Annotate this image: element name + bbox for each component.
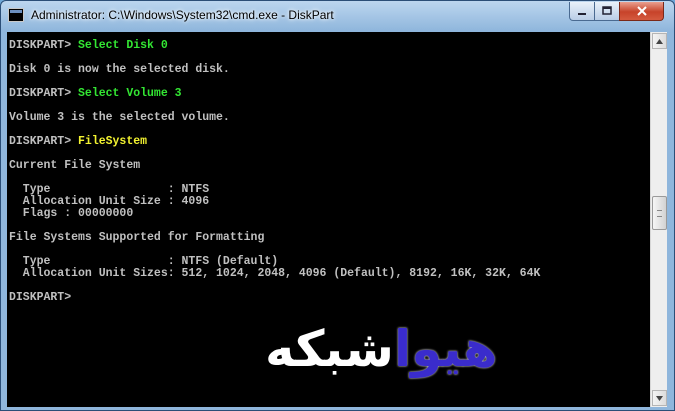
watermark-white-text: شبکه — [265, 320, 394, 378]
cmd-window: Administrator: C:\Windows\System32\cmd.e… — [0, 0, 675, 411]
diskpart-prompt: DISKPART> — [9, 291, 79, 304]
diskpart-command: FileSystem — [78, 135, 148, 148]
console-line: DISKPART> Select Volume 3 — [9, 88, 540, 100]
console-output[interactable]: DISKPART> Select Disk 0 Disk 0 is now the… — [7, 32, 650, 407]
maximize-button[interactable] — [594, 2, 620, 21]
console-line: Volume 3 is the selected volume. — [9, 111, 230, 124]
console-lines: DISKPART> Select Disk 0 Disk 0 is now the… — [9, 40, 540, 304]
vertical-scrollbar[interactable] — [650, 32, 667, 407]
console-line: DISKPART> FileSystem — [9, 136, 540, 148]
minimize-icon — [578, 13, 586, 15]
console-line: DISKPART> — [9, 292, 540, 304]
diskpart-prompt: DISKPART> — [9, 135, 79, 148]
console-line: Current File System — [9, 159, 141, 172]
maximize-icon — [602, 6, 612, 15]
diskpart-prompt: DISKPART> — [9, 87, 79, 100]
window-title: Administrator: C:\Windows\System32\cmd.e… — [31, 8, 334, 22]
console-line: Allocation Unit Sizes: 512, 1024, 2048, … — [9, 267, 541, 280]
close-icon — [636, 6, 647, 16]
close-button[interactable] — [619, 2, 664, 21]
down-arrow-icon — [656, 396, 663, 401]
console-line: DISKPART> Select Disk 0 — [9, 40, 540, 52]
console-line: Flags : 00000000 — [9, 207, 134, 220]
diskpart-command: Select Volume 3 — [78, 87, 182, 100]
scroll-thumb[interactable] — [652, 196, 667, 230]
title-bar[interactable]: Administrator: C:\Windows\System32\cmd.e… — [1, 1, 674, 31]
cmd-icon[interactable] — [8, 8, 24, 22]
scroll-up-button[interactable] — [652, 33, 667, 49]
console-line: File Systems Supported for Formatting — [9, 231, 265, 244]
console-line: Disk 0 is now the selected disk. — [9, 63, 230, 76]
diskpart-command: Select Disk 0 — [78, 39, 168, 52]
scroll-down-button[interactable] — [652, 390, 667, 406]
minimize-button[interactable] — [569, 2, 595, 21]
diskpart-prompt: DISKPART> — [9, 39, 79, 52]
watermark-logo: هیواشبکه — [265, 320, 498, 378]
watermark-blue-text: هیوا — [393, 320, 498, 378]
up-arrow-icon — [656, 39, 663, 44]
